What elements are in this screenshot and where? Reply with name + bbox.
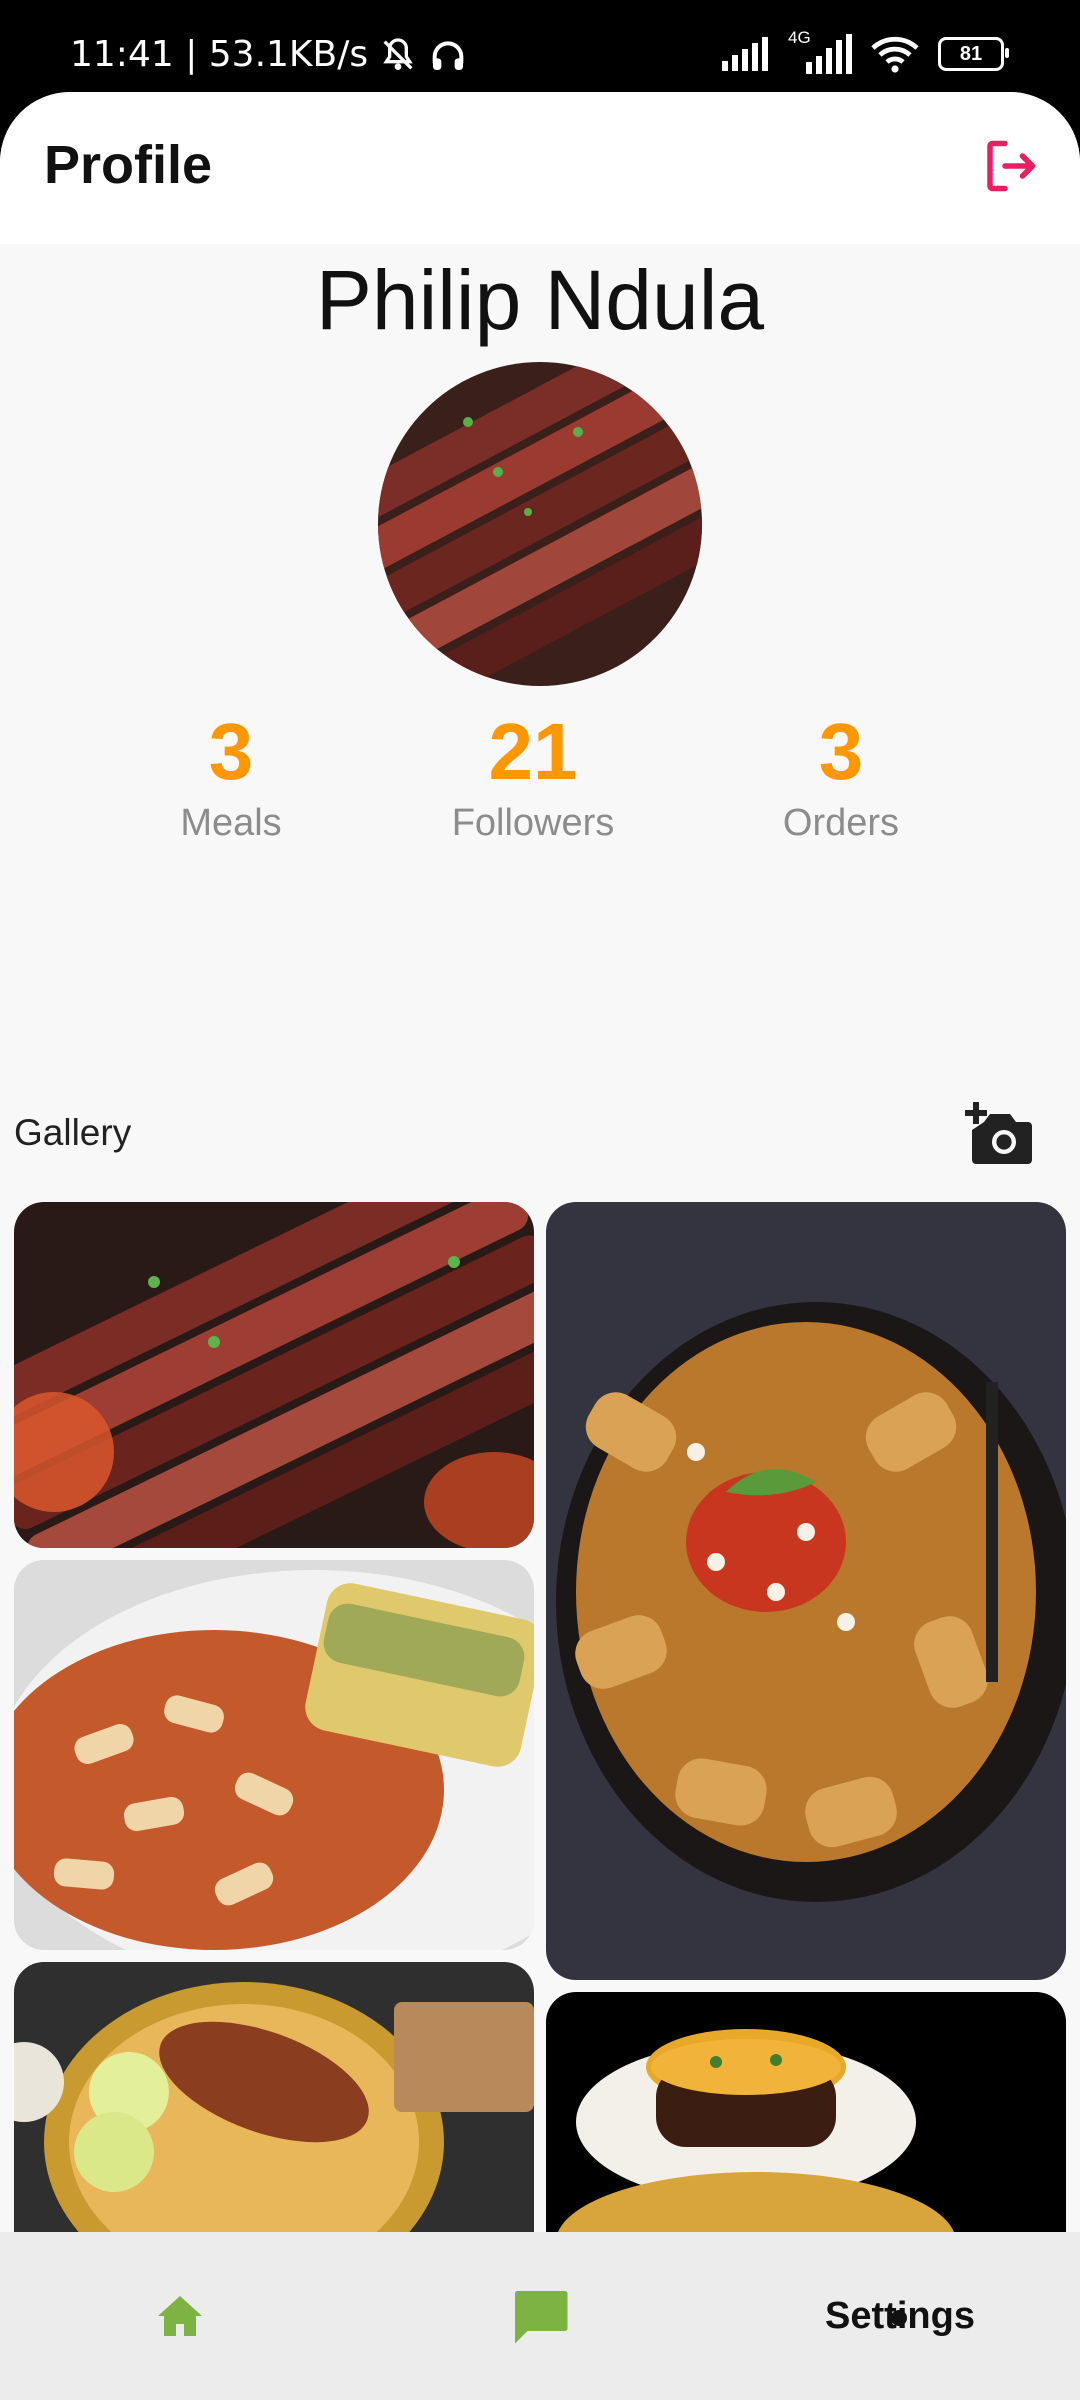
home-icon [158, 2296, 202, 2336]
chat-icon [515, 2291, 568, 2344]
stat-orders[interactable]: 3 Orders [691, 712, 991, 845]
app-screen: Profile Philip Ndula 3 Meals 21 Follower… [0, 92, 1080, 2400]
stat-followers-value: 21 [488, 707, 578, 796]
avatar[interactable] [378, 362, 702, 686]
signal-4g-icon: 4G [788, 28, 852, 74]
wifi-icon [871, 36, 919, 73]
gallery-image-pasta-bake[interactable] [14, 1560, 534, 1950]
page-title: Profile [44, 135, 213, 195]
stat-meals[interactable]: 3 Meals [81, 712, 381, 845]
stat-followers[interactable]: 21 Followers [383, 712, 683, 845]
profile-name: Philip Ndula [315, 253, 765, 347]
stat-orders-label: Orders [782, 802, 900, 844]
bottom-nav: Settings [0, 2232, 1080, 2400]
gallery-image-steak[interactable] [14, 1202, 534, 1548]
stat-orders-value: 3 [818, 707, 864, 796]
gallery-image-pasta-bowl[interactable] [546, 1202, 1066, 1980]
status-bar: 11:41 | 53.1KB/s 4G 81 [0, 0, 1080, 92]
signal-icon [722, 37, 768, 71]
status-time: 11:41 | 53.1KB/s [70, 34, 369, 75]
app-bar: Profile [0, 92, 1080, 244]
nav-home[interactable] [0, 2232, 360, 2400]
stat-followers-label: Followers [451, 802, 615, 844]
stat-meals-label: Meals [180, 802, 282, 844]
add-photo-icon[interactable] [964, 1102, 1036, 1168]
gallery-image-biryani-chicken[interactable] [14, 1962, 534, 2262]
logout-icon[interactable] [980, 136, 1040, 196]
stat-meals-value: 3 [208, 707, 254, 796]
gallery-label: Gallery [14, 1112, 132, 1153]
battery-icon: 81 [938, 37, 1009, 71]
battery-level: 81 [959, 42, 983, 65]
nav-chat[interactable] [360, 2232, 720, 2400]
active-nav-indicator [891, 2310, 907, 2326]
mute-icon [383, 37, 413, 70]
headphones-icon [432, 40, 464, 70]
status-right: 4G 81 [720, 28, 1009, 74]
status-left: 11:41 | 53.1KB/s [70, 34, 468, 75]
